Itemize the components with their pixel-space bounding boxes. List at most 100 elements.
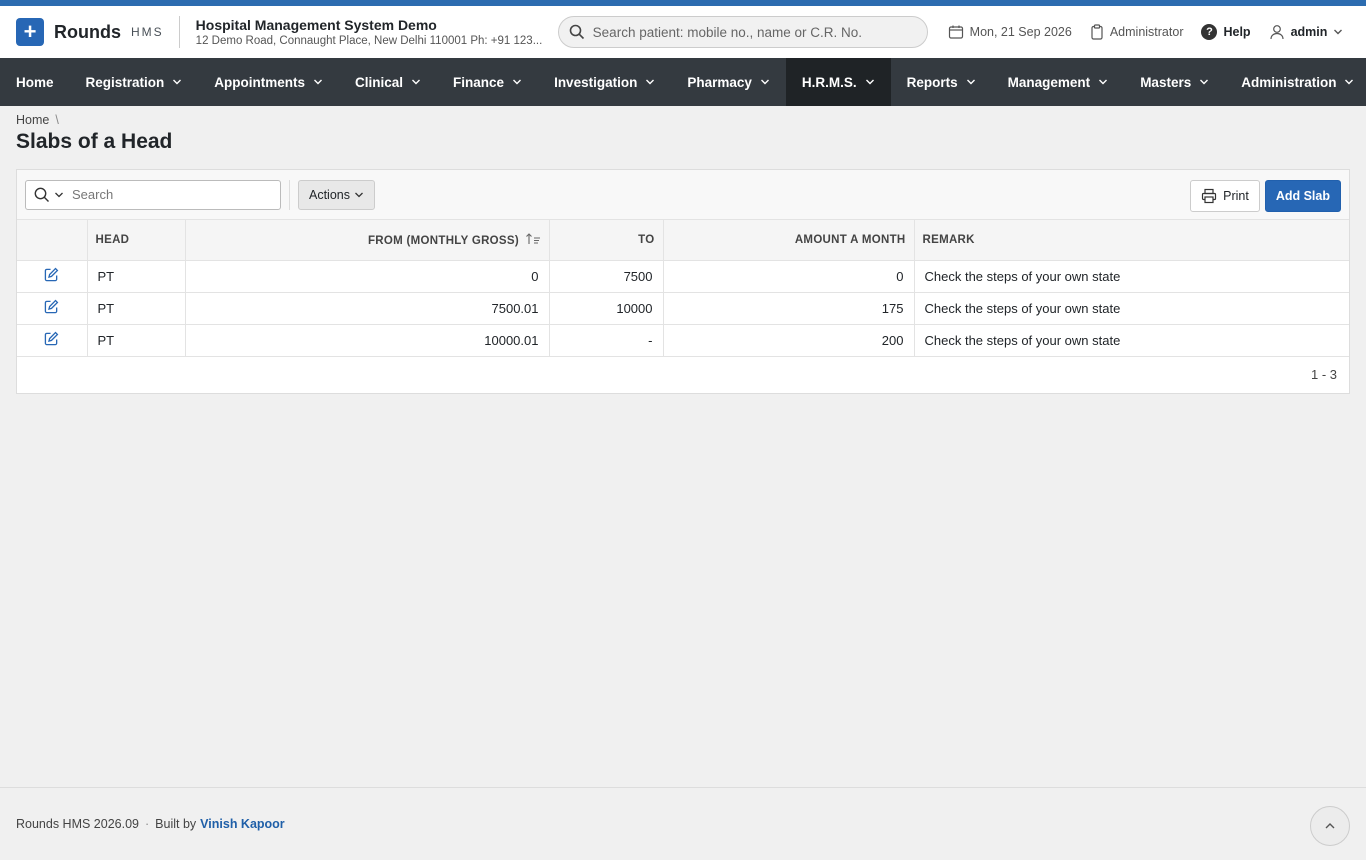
edit-icon[interactable]: [44, 331, 59, 349]
footer-dot: ·: [145, 817, 150, 831]
print-button[interactable]: Print: [1190, 180, 1260, 212]
help-link[interactable]: ? Help: [1201, 24, 1251, 40]
cell-remark: Check the steps of your own state: [914, 324, 1349, 357]
actions-button[interactable]: Actions: [298, 179, 375, 210]
calendar-icon: [948, 25, 963, 39]
nav-item-label: Finance: [453, 74, 505, 90]
col-from-label: From (Monthly Gross): [367, 234, 519, 247]
cell-to: 10000: [549, 292, 664, 325]
search-icon: [34, 187, 49, 202]
cell-amount: 200: [663, 324, 915, 357]
table-search-input[interactable]: [72, 187, 272, 202]
nav-item-home[interactable]: Home: [0, 58, 70, 106]
printer-icon: [1202, 188, 1217, 204]
chevron-down-icon: [760, 79, 769, 85]
print-label: Print: [1223, 189, 1249, 203]
table-toolbar: Actions Print Add Slab: [17, 170, 1349, 220]
chevron-down-icon: [355, 192, 363, 197]
help-icon: ?: [1201, 24, 1218, 40]
nav-item-pharmacy[interactable]: Pharmacy: [671, 58, 786, 106]
nav-item-reports[interactable]: Reports: [891, 58, 992, 106]
date-text: Mon, 21 Sep 2026: [969, 25, 1072, 39]
table-row[interactable]: PT 0 7500 0 Check the steps of your own stat…: [17, 260, 1349, 293]
nav-item-administration[interactable]: Administration: [1225, 58, 1366, 106]
nav-item-management[interactable]: Management: [992, 58, 1125, 106]
nav-item-appointments[interactable]: Appointments: [198, 58, 339, 106]
nav-item-label: Administration: [1241, 74, 1337, 90]
date-display: Mon, 21 Sep 2026: [948, 24, 1072, 40]
chevron-down-icon: [1099, 79, 1108, 85]
sort-ascending-icon[interactable]: [525, 232, 541, 245]
slabs-card: Actions Print Add Slab Head From (Monthl…: [16, 169, 1350, 394]
plus-icon[interactable]: +: [16, 18, 44, 46]
page-title: Slabs of a Head: [16, 130, 173, 153]
nav-item-label: Reports: [906, 74, 958, 90]
col-edit-header: [17, 220, 88, 261]
chevron-down-icon: [966, 79, 975, 85]
col-from-header[interactable]: From (Monthly Gross): [185, 220, 550, 261]
edit-cell: [17, 292, 88, 325]
user-icon: [1269, 25, 1284, 40]
nav-item-registration[interactable]: Registration: [70, 58, 199, 106]
hospital-address: 12 Demo Road, Connaught Place, New Delhi…: [195, 35, 543, 47]
cell-head: PT: [87, 292, 186, 325]
nav-item-clinical[interactable]: Clinical: [339, 58, 437, 106]
breadcrumb-home[interactable]: Home: [16, 113, 49, 127]
app-header: + Rounds HMS Hospital Management System …: [0, 6, 1366, 58]
patient-search-input[interactable]: [592, 24, 913, 40]
user-menu[interactable]: admin: [1269, 24, 1350, 40]
nav-item-label: Home: [16, 74, 54, 90]
table-header-row: Head From (Monthly Gross) To Amount a Mo…: [17, 220, 1349, 261]
chevron-down-icon: [646, 79, 655, 85]
chevron-down-icon[interactable]: [54, 190, 64, 200]
cell-from: 10000.01: [185, 324, 550, 357]
edit-cell: [17, 260, 88, 293]
edit-cell: [17, 324, 88, 357]
cell-from: 0: [185, 260, 550, 293]
edit-icon[interactable]: [44, 267, 59, 285]
cell-amount: 0: [663, 260, 915, 293]
clipboard-icon: [1091, 24, 1103, 40]
footer-built-by: Built by: [155, 817, 197, 831]
pagination: 1 - 3: [1310, 367, 1337, 382]
nav-item-h-r-m-s[interactable]: H.R.M.S.: [785, 58, 891, 106]
brand-name[interactable]: Rounds: [54, 22, 121, 43]
footer-author-link[interactable]: Vinish Kapoor: [200, 817, 285, 831]
nav-item-finance[interactable]: Finance: [437, 58, 538, 106]
search-icon: [569, 24, 584, 40]
nav-item-investigation[interactable]: Investigation: [538, 58, 671, 106]
actions-label: Actions: [309, 187, 350, 202]
chevron-down-icon: [412, 79, 421, 85]
col-head-header[interactable]: Head: [87, 220, 186, 261]
toolbar-divider: [289, 179, 290, 210]
nav-item-label: H.R.M.S.: [801, 74, 857, 90]
chevron-down-icon: [1200, 79, 1209, 85]
cell-to: -: [549, 324, 664, 357]
cell-head: PT: [87, 260, 186, 293]
col-to-header[interactable]: To: [549, 220, 664, 261]
user-name: admin: [1290, 25, 1328, 39]
role-display[interactable]: Administrator: [1090, 24, 1184, 40]
nav-item-masters[interactable]: Masters: [1124, 58, 1225, 106]
col-amount-header[interactable]: Amount a Month: [663, 220, 915, 261]
cell-from: 7500.01: [185, 292, 550, 325]
cell-remark: Check the steps of your own state: [914, 260, 1349, 293]
breadcrumb: Home \: [16, 113, 1350, 127]
slabs-table: Head From (Monthly Gross) To Amount a Mo…: [17, 220, 1349, 357]
cell-head: PT: [87, 324, 186, 357]
header-divider: [178, 16, 180, 48]
main-navbar: Home Registration Appointments Clinical Fina…: [0, 58, 1366, 106]
scroll-to-top-button[interactable]: [1310, 806, 1350, 846]
patient-search[interactable]: [557, 16, 928, 48]
col-remark-header[interactable]: Remark: [914, 220, 1349, 261]
edit-icon[interactable]: [44, 299, 59, 317]
nav-item-label: Pharmacy: [687, 74, 752, 90]
add-slab-button[interactable]: Add Slab: [1264, 180, 1341, 212]
table-row[interactable]: PT 7500.01 10000 175 Check the steps of your…: [17, 292, 1349, 325]
table-row[interactable]: PT 10000.01-200 Check the steps of your ow…: [17, 324, 1349, 357]
cell-remark: Check the steps of your own state: [914, 292, 1349, 325]
breadcrumb-separator: \: [55, 113, 59, 127]
table-search[interactable]: [25, 179, 281, 210]
footer: Rounds HMS 2026.09 · Built by Vinish Kap…: [0, 787, 1366, 860]
role-text: Administrator: [1109, 25, 1184, 39]
